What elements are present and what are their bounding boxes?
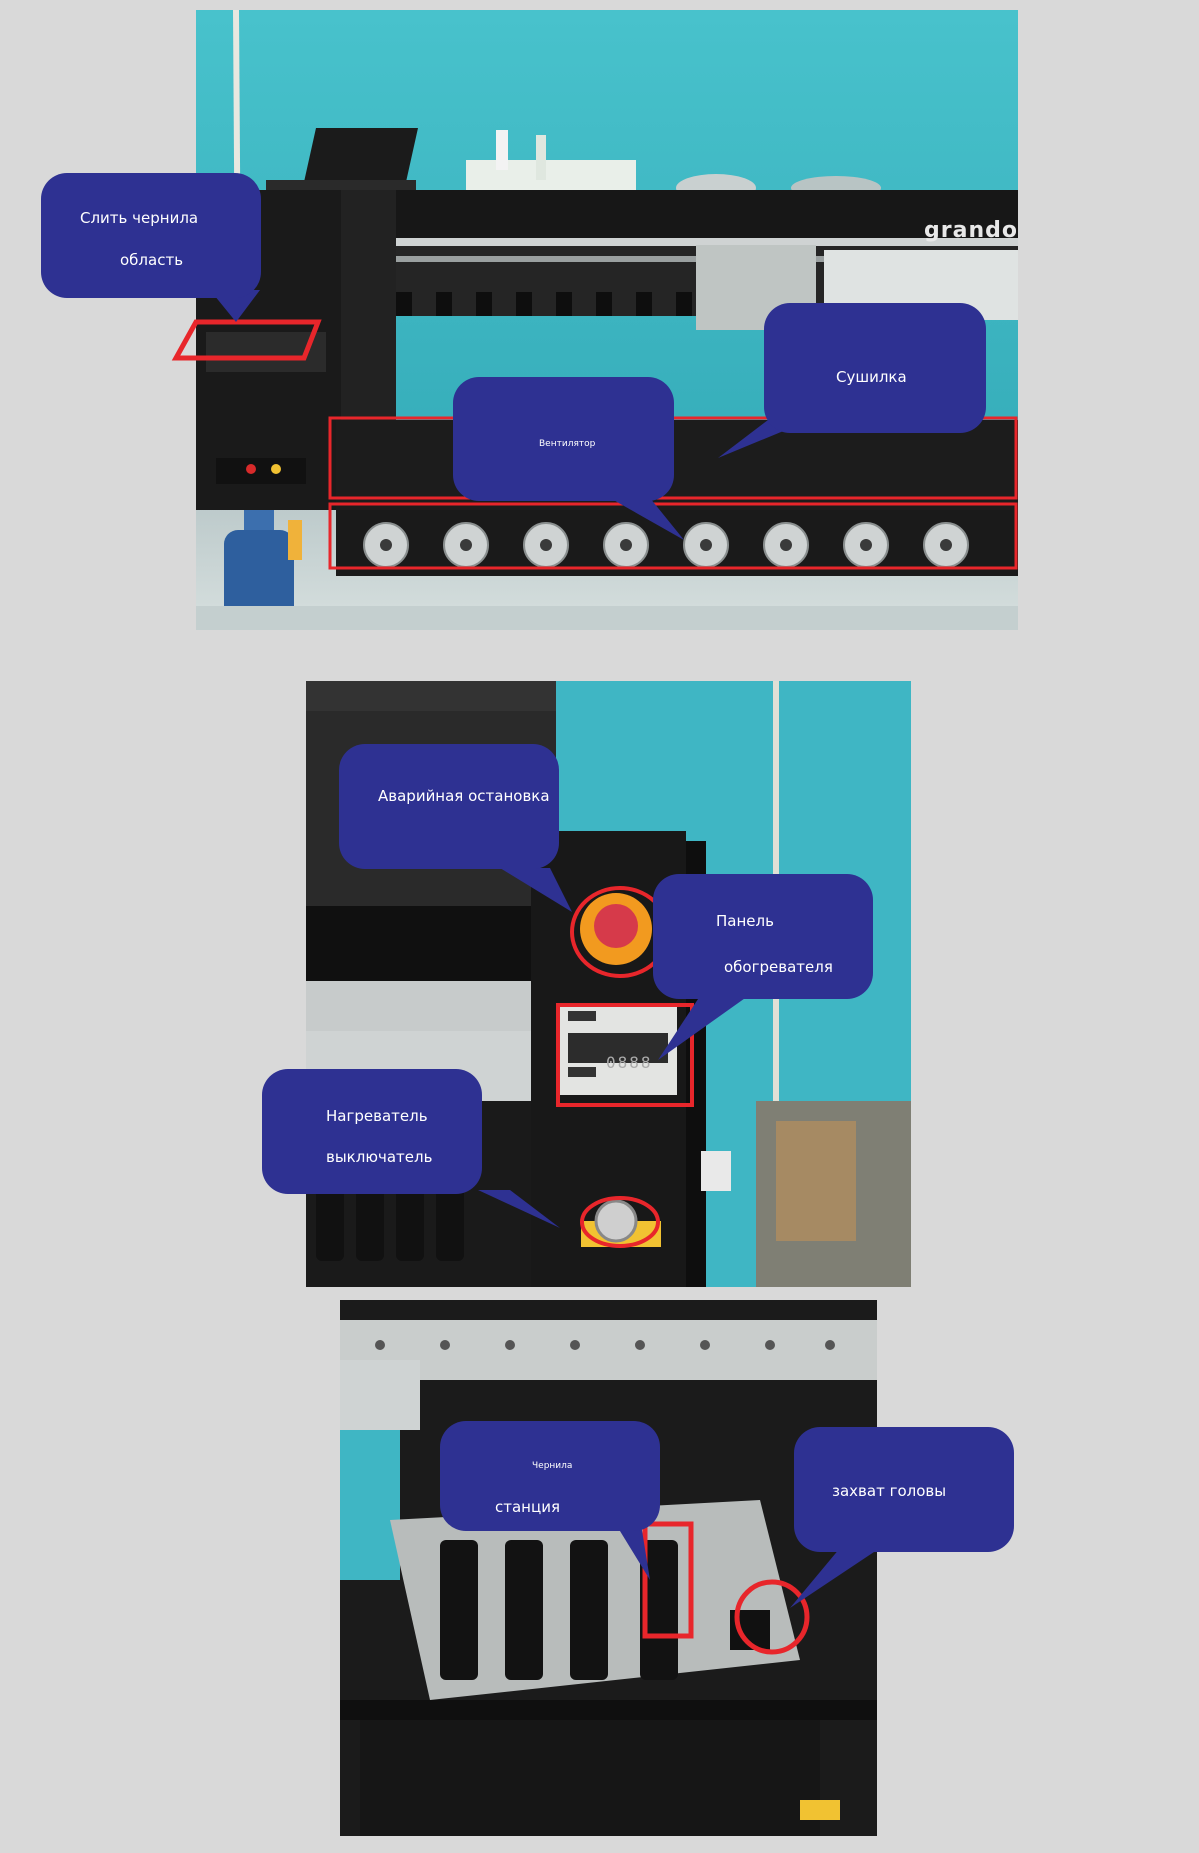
- heater-switch-label-line1: Нагреватель: [326, 1107, 428, 1125]
- dryer-label: Сушилка: [836, 368, 907, 386]
- ink-station-label-line2: станция: [495, 1498, 560, 1516]
- ink-station-callout: Чернила станция: [440, 1421, 660, 1531]
- fan-callout: Вентилятор: [453, 377, 674, 501]
- drain-ink-callout: Слить чернила область: [41, 173, 261, 298]
- ink-station-image: [340, 1300, 877, 1836]
- fan-label: Вентилятор: [539, 439, 596, 449]
- head-capture-label: захват головы: [832, 1482, 947, 1500]
- heater-switch-callout: Нагреватель выключатель: [262, 1069, 482, 1194]
- ink-station-label-line1: Чернила: [532, 1461, 573, 1471]
- emergency-stop-callout: Аварийная остановка: [339, 744, 559, 869]
- heater-panel-callout: Панель обогревателя: [653, 874, 873, 999]
- dryer-callout: Сушилка: [764, 303, 986, 433]
- drain-ink-label-line1: Слить чернила: [80, 209, 199, 227]
- heater-panel-label-line1: Панель: [716, 912, 774, 930]
- heater-switch-label-line2: выключатель: [326, 1148, 433, 1166]
- head-capture-callout: захват головы: [794, 1427, 1014, 1552]
- drain-ink-label-line2: область: [120, 251, 184, 269]
- printer-brand-label-text: grando: [924, 218, 1018, 243]
- emergency-stop-label: Аварийная остановка: [378, 787, 550, 805]
- ink-station-photo: [340, 1300, 877, 1836]
- heater-panel-label-line2: обогревателя: [724, 958, 833, 976]
- heater-display-readout: 0888: [606, 1053, 653, 1072]
